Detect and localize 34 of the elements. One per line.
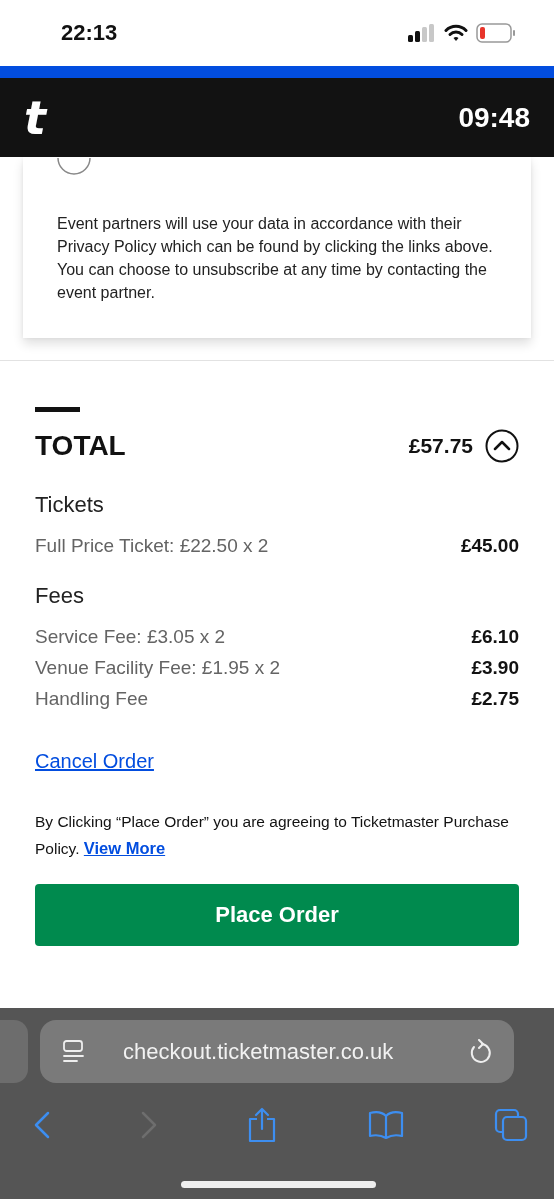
line-item-amount: £2.75 [471, 687, 519, 711]
total-amount: £57.75 [408, 434, 473, 458]
total-label: TOTAL [35, 430, 126, 462]
battery-icon [476, 23, 516, 43]
line-item-label: Handling Fee [35, 687, 149, 711]
line-item-label: Full Price Ticket: £22.50 x 2 [35, 534, 269, 558]
status-time: 22:13 [61, 20, 118, 46]
forward-icon[interactable] [140, 1111, 157, 1139]
wifi-icon [444, 24, 468, 42]
share-icon[interactable] [247, 1107, 277, 1143]
line-item-label: Service Fee: £3.05 x 2 [35, 625, 226, 649]
line-item-amount: £6.10 [471, 625, 519, 649]
signal-icon [408, 24, 436, 42]
section-heading: Tickets [35, 491, 105, 519]
countdown-timer: 09:48 [458, 101, 530, 134]
place-order-button[interactable]: Place Order [35, 884, 519, 946]
chevron-up-icon[interactable] [485, 429, 519, 463]
line-item-amount: £3.90 [471, 656, 519, 680]
cancel-order-link[interactable]: Cancel Order [35, 750, 154, 773]
line-item-label: Venue Facility Fee: £1.95 x 2 [35, 656, 281, 680]
back-icon[interactable] [34, 1111, 50, 1139]
reload-icon[interactable] [468, 1038, 492, 1065]
section-heading: Fees [35, 582, 85, 610]
reader-icon[interactable] [63, 1039, 85, 1064]
terms-text: By Clicking “Place Order” you are agreeing to Ticketmaster Purchase Policy. View More [35, 812, 510, 859]
line-item-amount: £45.00 [460, 534, 519, 558]
view-more-link[interactable]: View More [83, 839, 166, 857]
radio-button[interactable] [57, 157, 91, 176]
book-icon[interactable] [367, 1110, 404, 1140]
privacy-notice: Event partners will use your data in accordance with their Privacy Policy which can be found by clicking the links above. You can choose to unsubscribe at any time by contacting the event partner. [57, 214, 494, 303]
tabs-icon[interactable] [494, 1108, 528, 1142]
tab-preview[interactable] [0, 1020, 28, 1083]
logo[interactable]: t [24, 94, 46, 141]
address-bar[interactable]: checkout.ticketmaster.co.uk [40, 1020, 514, 1083]
